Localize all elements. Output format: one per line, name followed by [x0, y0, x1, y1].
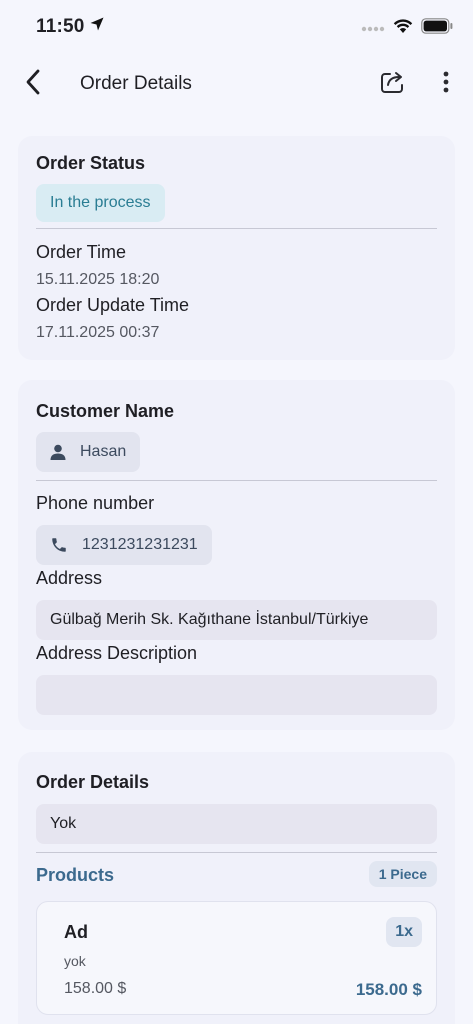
share-button[interactable] — [378, 70, 408, 98]
chevron-left-icon — [25, 69, 41, 100]
status-time-group: 11:50 — [36, 16, 105, 38]
back-button[interactable] — [20, 69, 46, 100]
more-vertical-icon — [443, 71, 449, 98]
order-update-time-value: 17.11.2025 00:37 — [36, 324, 160, 341]
divider — [36, 480, 437, 481]
order-note-field: Yok — [36, 804, 437, 844]
address-description-label: Address Description — [36, 643, 198, 663]
order-status-label: Order Status — [36, 153, 146, 173]
location-arrow-icon — [89, 16, 105, 38]
person-icon — [50, 444, 66, 460]
unit-price: 158.00 $ — [64, 980, 127, 997]
product-note: yok — [64, 953, 86, 969]
customer-name-label: Customer Name — [36, 401, 175, 421]
page-title: Order Details — [80, 73, 192, 94]
piece-count-badge: 1 Piece — [368, 861, 437, 887]
product-name: Ad — [64, 922, 88, 942]
order-update-time-label: Order Update Time — [36, 295, 190, 315]
status-badge: In the process — [36, 184, 165, 222]
phone-number-chip[interactable]: 1231231231231 — [36, 525, 212, 565]
order-time-label: Order Time — [36, 242, 127, 262]
quantity-badge: 1x — [386, 917, 422, 947]
divider — [36, 852, 437, 853]
address-description-field — [36, 675, 437, 715]
wifi-icon — [393, 18, 413, 39]
signal-icon — [361, 20, 385, 38]
product-card[interactable]: Ad 1x yok 158.00 $ 158.00 $ — [36, 901, 437, 1015]
battery-icon — [421, 18, 453, 39]
status-time: 11:50 — [36, 16, 85, 37]
customer-name-value: Hasan — [80, 443, 127, 460]
customer-name-chip: Hasan — [36, 432, 141, 472]
order-status-card: Order Status In the process Order Time 1… — [18, 136, 455, 360]
address-label: Address — [36, 568, 103, 588]
customer-card: Customer Name Hasan Phone number 1231231… — [18, 380, 455, 730]
phone-icon — [50, 536, 68, 554]
status-right — [361, 18, 453, 39]
order-details-title: Order Details — [36, 772, 150, 792]
app-bar: Order Details — [0, 56, 473, 112]
status-bar: 11:50 — [0, 0, 473, 54]
divider — [36, 228, 437, 229]
phone-number-label: Phone number — [36, 493, 155, 513]
more-options-button[interactable] — [436, 70, 456, 98]
total-price: 158.00 $ — [355, 980, 422, 999]
phone-number-value: 1231231231231 — [82, 536, 198, 553]
order-details-card: Order Details Yok Products 1 Piece Ad 1x… — [18, 752, 455, 1024]
address-field: Gülbağ Merih Sk. Kağıthane İstanbul/Türk… — [36, 600, 437, 640]
share-icon — [380, 70, 406, 99]
order-time-value: 15.11.2025 18:20 — [36, 271, 160, 288]
products-title: Products — [36, 865, 115, 885]
